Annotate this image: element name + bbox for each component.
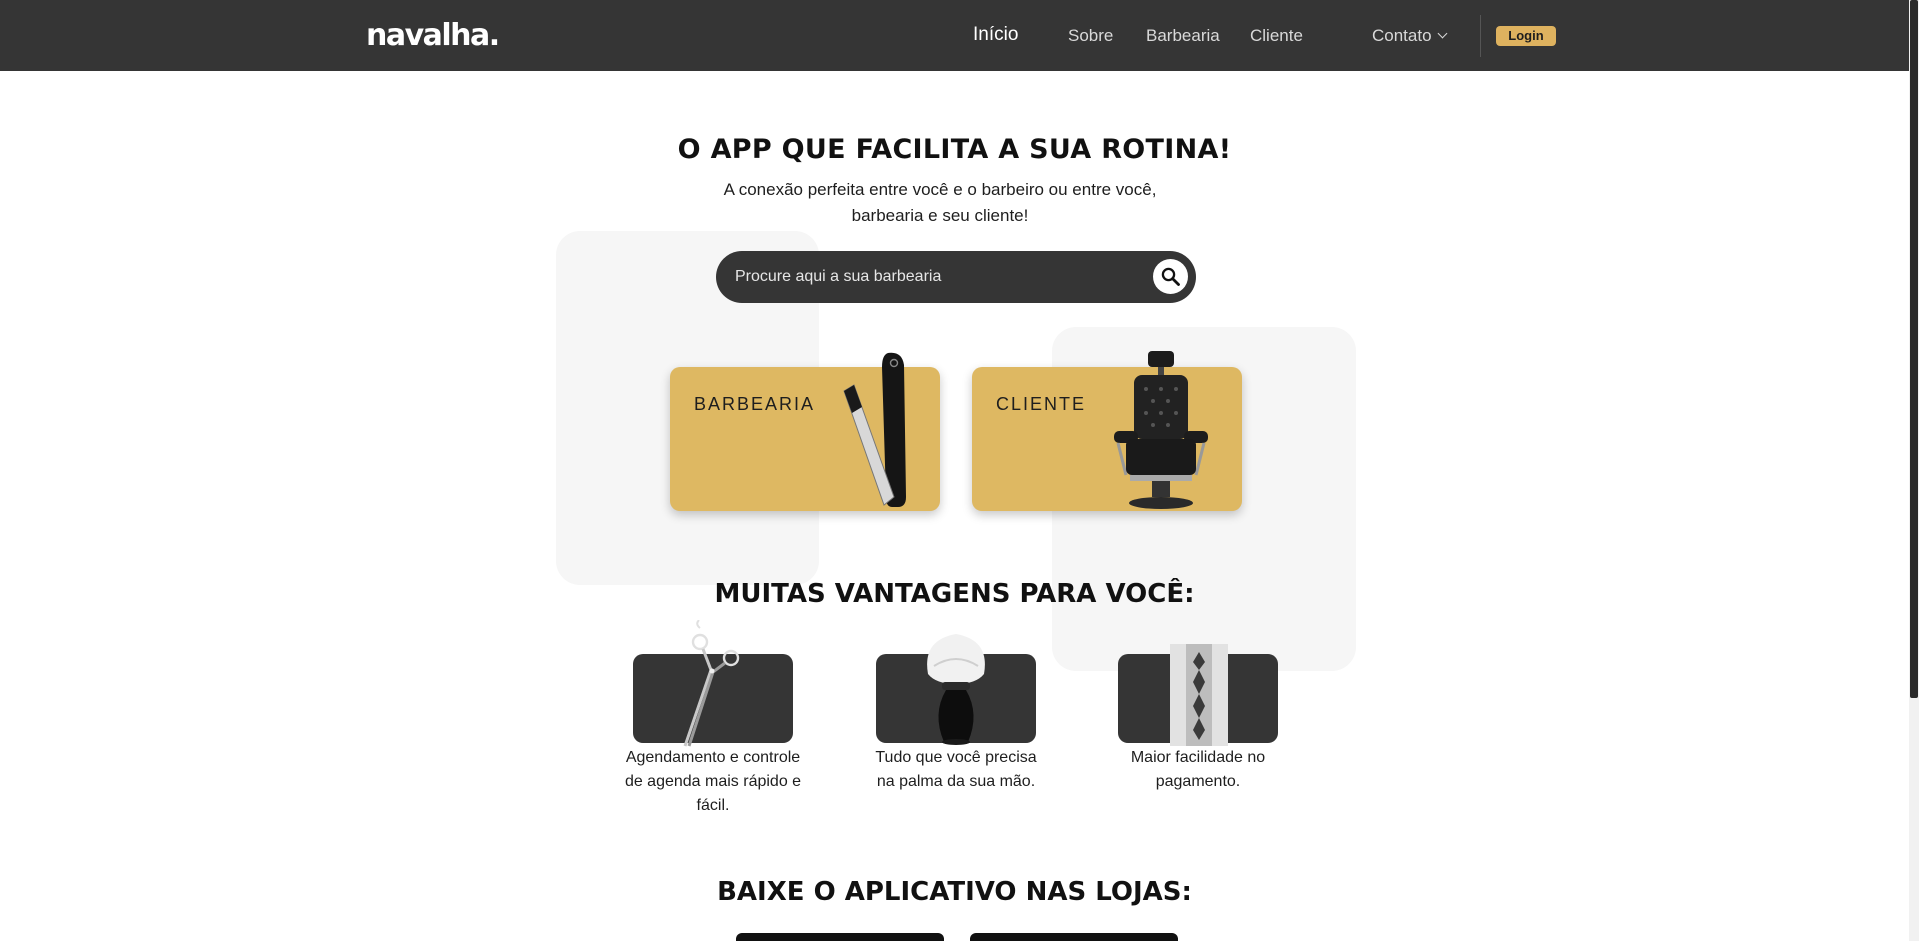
google-play-button[interactable] <box>970 933 1178 941</box>
advantage-card-convenience <box>876 634 1036 745</box>
nav-link-cliente[interactable]: Cliente <box>1250 26 1303 46</box>
app-store-button[interactable] <box>736 933 944 941</box>
nav-link-contato-label: Contato <box>1372 26 1432 45</box>
scissors-icon <box>683 620 740 747</box>
hero-subtitle: A conexão perfeita entre você e o barbei… <box>723 180 1157 225</box>
navbar: navalha. Início Sobre Barbearia Cliente … <box>0 0 1909 71</box>
nav-dropdown-contato[interactable]: Contato <box>1372 26 1447 46</box>
barbearia-card-label: BARBEARIA <box>694 394 816 414</box>
nav-link-barbearia[interactable]: Barbearia <box>1146 26 1220 46</box>
barber-chair-icon <box>1114 351 1208 509</box>
search-icon <box>1161 267 1180 286</box>
download-title: BAIXE O APLICATIVO NAS LOJAS: <box>717 877 1192 907</box>
search-bar <box>716 251 1196 303</box>
search-button[interactable] <box>1153 259 1188 294</box>
advantage-card-scheduling <box>633 620 793 747</box>
nav-link-sobre[interactable]: Sobre <box>1068 26 1113 46</box>
advantage-text-scheduling: Agendamento e controle de agenda mais rá… <box>624 749 802 814</box>
nav-divider <box>1480 15 1481 57</box>
advantage-text-payment: Maior facilidade no pagamento. <box>1130 749 1266 790</box>
cliente-card[interactable]: CLIENTE <box>972 351 1242 511</box>
chevron-down-icon <box>1437 28 1447 39</box>
razor-blade-icon <box>1170 644 1228 746</box>
advantage-text-convenience: Tudo que você precisa na palma da sua mã… <box>875 749 1037 790</box>
cliente-card-label: CLIENTE <box>996 394 1087 414</box>
advantages-title: MUITAS VANTAGENS PARA VOCÊ: <box>714 579 1195 609</box>
advantage-card-payment <box>1118 644 1278 746</box>
nav-link-inicio[interactable]: Início <box>973 24 1018 46</box>
shaving-brush-icon <box>927 634 985 745</box>
straight-razor-icon <box>843 352 906 507</box>
scrollbar-thumb[interactable] <box>1910 0 1918 698</box>
scrollbar[interactable] <box>1909 0 1919 941</box>
search-input[interactable] <box>735 264 1135 290</box>
barbearia-card[interactable]: BARBEARIA <box>670 352 940 511</box>
hero-title: O APP QUE FACILITA A SUA ROTINA! <box>677 134 1232 165</box>
logo[interactable]: navalha. <box>366 18 500 53</box>
login-button[interactable]: Login <box>1496 26 1556 46</box>
